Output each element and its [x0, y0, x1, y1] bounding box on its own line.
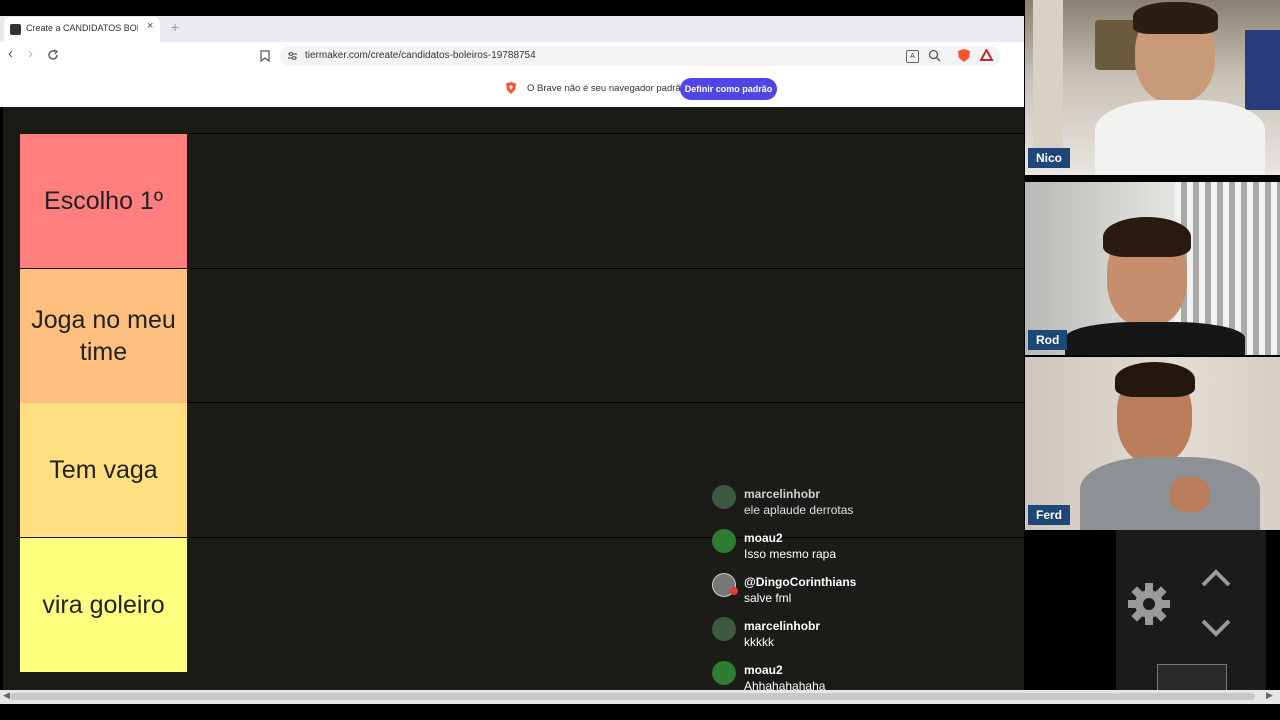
scroll-right-icon[interactable]: ▶	[1266, 690, 1273, 701]
youtube-badge-icon	[730, 587, 738, 595]
new-tab-icon[interactable]: +	[171, 19, 179, 35]
site-settings-icon[interactable]	[287, 51, 298, 61]
translate-icon[interactable]: A	[906, 50, 919, 63]
chat-avatar	[712, 485, 736, 509]
tiermaker-favicon-icon	[10, 24, 21, 35]
person-hand	[1170, 477, 1210, 512]
chat-avatar	[712, 617, 736, 641]
bookmark-icon[interactable]	[260, 50, 270, 62]
participant-name-tag: Rod	[1028, 330, 1068, 350]
tier-label-4[interactable]: vira goleiro	[20, 538, 187, 672]
chat-username: marcelinhobr	[744, 487, 821, 501]
tier-label-2[interactable]: Joga no meu time	[20, 269, 187, 403]
live-chat-overlay: marcelinhobr ele aplaude derrotas moau2 …	[704, 480, 1116, 693]
participant-name-tag: Nico	[1028, 148, 1071, 168]
person-hair	[1103, 217, 1191, 257]
settings-gear-icon[interactable]	[1126, 581, 1172, 627]
tab-close-icon[interactable]: ×	[147, 20, 153, 32]
tier-label-text: vira goleiro	[42, 591, 165, 619]
tier-label-text: Tem vaga	[49, 456, 158, 484]
chat-username: moau2	[744, 531, 783, 545]
brave-rewards-icon[interactable]	[980, 49, 993, 61]
chat-message: kkkkk	[744, 635, 774, 649]
person-hair	[1133, 2, 1218, 34]
chat-message: salve fml	[744, 591, 792, 605]
horizontal-scrollbar-thumb[interactable]	[10, 693, 1255, 700]
brave-shields-icon[interactable]	[957, 48, 971, 63]
set-default-button[interactable]: Definir como padrão	[680, 78, 777, 100]
chat-username: moau2	[744, 663, 783, 677]
tier-label-text: Joga no meu time	[31, 306, 176, 366]
forward-icon[interactable]: ›	[28, 45, 33, 62]
video-feed-rod: Rod	[1025, 182, 1280, 355]
person-hair	[1115, 362, 1195, 397]
infobar-message: O Brave não é seu navegador padrão	[527, 83, 686, 94]
back-icon[interactable]: ‹	[8, 45, 13, 62]
video-feed-nico: Nico	[1025, 0, 1280, 175]
tier-label-3[interactable]: Tem vaga	[20, 403, 187, 537]
brave-logo-icon	[506, 82, 516, 94]
chat-avatar	[712, 529, 736, 553]
chat-avatar	[712, 661, 736, 685]
chevron-up-icon[interactable]	[1200, 568, 1232, 588]
reload-icon[interactable]	[47, 49, 59, 61]
chat-message: ele aplaude derrotas	[744, 503, 854, 517]
background-light	[1245, 30, 1280, 110]
person-shirt	[1095, 100, 1265, 175]
zoom-icon[interactable]	[928, 49, 941, 62]
tier-label-text: Escolho 1º	[44, 187, 163, 215]
curtain-shape	[1033, 0, 1063, 150]
tab-title: Create a CANDIDATOS BOLEIRO	[26, 23, 138, 33]
scroll-left-icon[interactable]: ◀	[3, 690, 10, 701]
chat-username: marcelinhobr	[744, 619, 821, 633]
tier-row-1[interactable]	[187, 133, 1024, 268]
tier-label-1[interactable]: Escolho 1º	[20, 134, 187, 268]
tier-row-2[interactable]	[187, 268, 1024, 403]
chevron-down-icon[interactable]	[1200, 618, 1232, 638]
url-text[interactable]: tiermaker.com/create/candidatos-boleiros…	[305, 50, 536, 61]
chat-message: Isso mesmo rapa	[744, 547, 837, 561]
person-shirt	[1065, 322, 1245, 355]
chat-username: @DingoCorinthians	[744, 575, 857, 589]
